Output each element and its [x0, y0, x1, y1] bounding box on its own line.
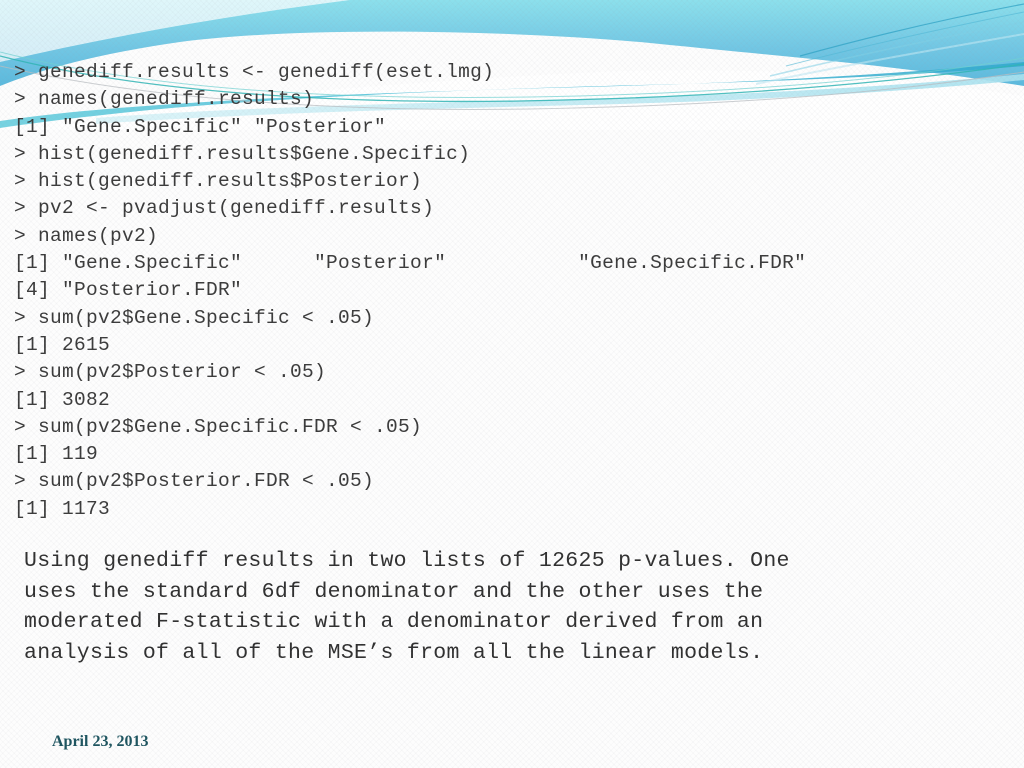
narrative-line: uses the standard 6df denominator and th…	[24, 579, 764, 604]
console-line: [4] "Posterior.FDR"	[14, 279, 243, 302]
console-line: [1] 3082	[14, 388, 111, 411]
console-line: > sum(pv2$Gene.Specific < .05)	[14, 306, 375, 329]
footer-date: April 23, 2013	[52, 733, 149, 750]
console-line: > hist(genediff.results$Gene.Specific)	[14, 142, 471, 165]
console-line: [1] 2615	[14, 333, 111, 356]
console-line: [1] "Gene.Specific" "Posterior" "Gene.Sp…	[14, 252, 807, 275]
console-line: > hist(genediff.results$Posterior)	[14, 170, 423, 193]
narrative-line: analysis of all of the MSE’s from all th…	[24, 640, 764, 665]
slide-canvas: > genediff.results <- genediff(eset.lmg)…	[0, 0, 1024, 768]
console-line: [1] "Gene.Specific" "Posterior"	[14, 115, 387, 138]
console-line: > sum(pv2$Posterior < .05)	[14, 361, 327, 384]
console-line: > sum(pv2$Gene.Specific.FDR < .05)	[14, 415, 423, 438]
console-line: > sum(pv2$Posterior.FDR < .05)	[14, 470, 375, 493]
console-transcript: > genediff.results <- genediff(eset.lmg)…	[14, 59, 1014, 523]
console-line: [1] 119	[14, 443, 99, 466]
narrative-line: Using genediff results in two lists of 1…	[24, 549, 790, 573]
console-line: > names(pv2)	[14, 224, 159, 247]
narrative-paragraph: Using genediff results in two lists of 1…	[24, 546, 1004, 668]
console-line: > pv2 <- pvadjust(genediff.results)	[14, 197, 435, 220]
narrative-line: moderated F-statistic with a denominator…	[24, 610, 764, 635]
console-line: [1] 1173	[14, 497, 111, 520]
console-line: > names(genediff.results)	[14, 88, 315, 111]
console-line: > genediff.results <- genediff(eset.lmg)	[14, 61, 495, 83]
